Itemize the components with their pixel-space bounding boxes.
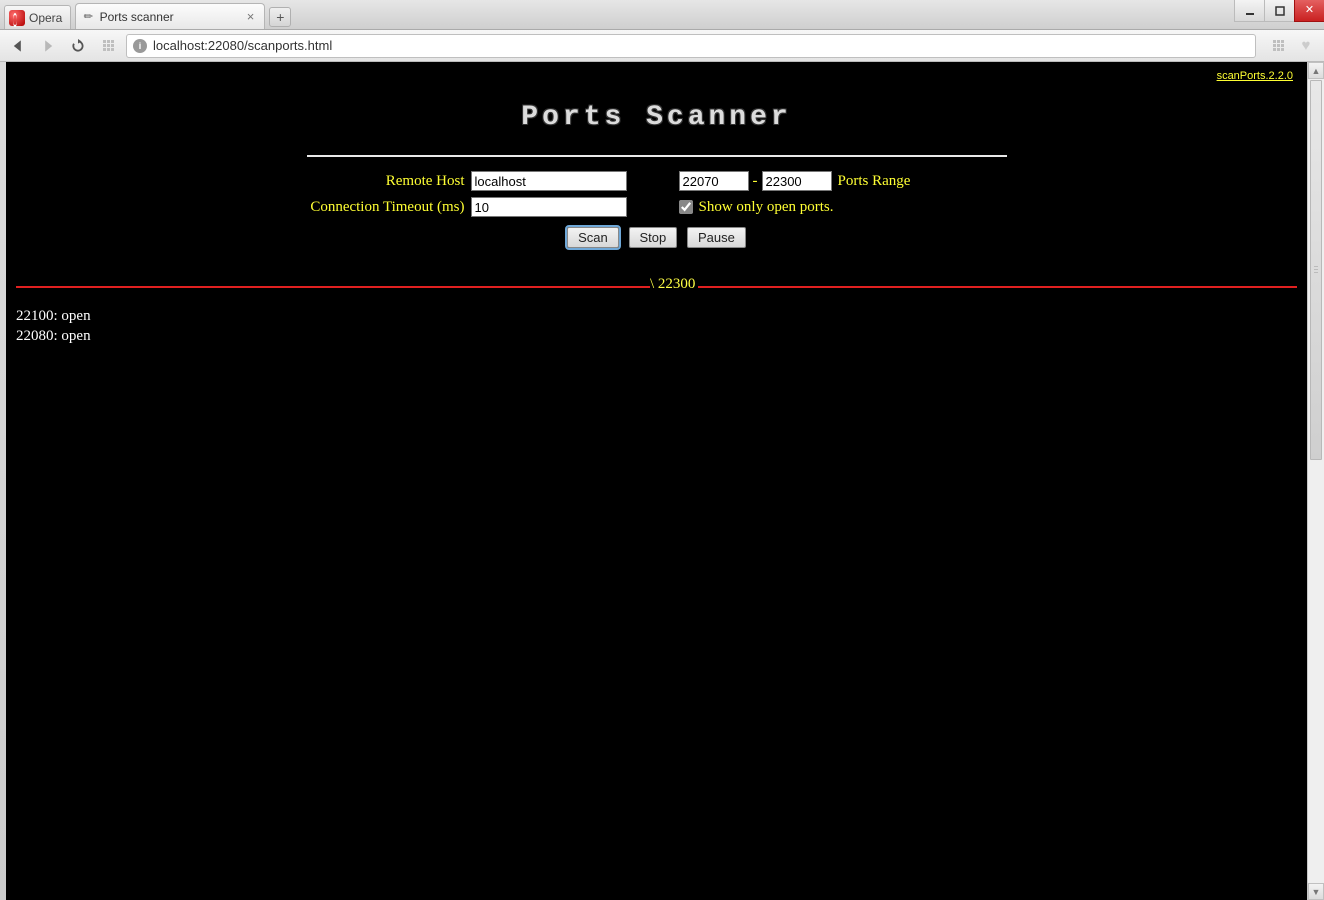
tab-strip: Opera ✎ Ports scanner × + — [0, 0, 1324, 30]
version-link[interactable]: scanPorts.2.2.0 — [1217, 70, 1293, 82]
progress-label: \ 22300 — [650, 276, 695, 293]
scan-form: Remote Host - Ports Range Connection Tim… — [307, 171, 1007, 248]
progress-bar: \ 22300 — [6, 276, 1307, 296]
show-open-checkbox[interactable] — [679, 200, 693, 214]
browser-tab[interactable]: ✎ Ports scanner × — [75, 3, 265, 29]
extensions-button[interactable] — [1266, 34, 1290, 58]
url-input[interactable] — [153, 38, 1249, 53]
timeout-label: Connection Timeout (ms) — [307, 199, 471, 216]
page-icon: ✎ — [81, 9, 97, 25]
browser-toolbar: i ♥ — [0, 30, 1324, 62]
window-close-button[interactable]: ✕ — [1294, 0, 1324, 22]
result-row: 22080: open — [16, 326, 1307, 346]
page-content: scanPorts.2.2.0 Ports Scanner Remote Hos… — [6, 62, 1307, 900]
port-range-dash: - — [749, 173, 762, 190]
ports-range-label: Ports Range — [832, 173, 911, 190]
nav-back-button[interactable] — [6, 34, 30, 58]
stop-button[interactable]: Stop — [629, 227, 678, 248]
new-tab-button[interactable]: + — [269, 7, 291, 27]
address-bar[interactable]: i — [126, 34, 1256, 58]
page-title: Ports Scanner — [6, 102, 1307, 133]
nav-reload-button[interactable] — [66, 34, 90, 58]
opera-menu-label: Opera — [29, 11, 62, 25]
port-from-input[interactable] — [679, 171, 749, 191]
results-list: 22100: open 22080: open — [16, 306, 1307, 347]
port-to-input[interactable] — [762, 171, 832, 191]
scroll-down-button[interactable]: ▼ — [1308, 883, 1324, 900]
scroll-thumb[interactable] — [1310, 80, 1322, 460]
bookmark-button[interactable]: ♥ — [1294, 34, 1318, 58]
timeout-input[interactable] — [471, 197, 627, 217]
remote-host-label: Remote Host — [307, 173, 471, 190]
opera-logo-icon — [9, 10, 25, 26]
tab-close-button[interactable]: × — [245, 9, 257, 24]
window-maximize-button[interactable] — [1264, 0, 1294, 22]
nav-forward-button[interactable] — [36, 34, 60, 58]
speed-dial-button[interactable] — [96, 34, 120, 58]
opera-menu-button[interactable]: Opera — [4, 5, 71, 29]
title-divider — [307, 155, 1007, 157]
progress-line-left — [16, 286, 650, 288]
scroll-up-button[interactable]: ▲ — [1308, 62, 1324, 79]
pause-button[interactable]: Pause — [687, 227, 746, 248]
result-row: 22100: open — [16, 306, 1307, 326]
window-minimize-button[interactable] — [1234, 0, 1264, 22]
show-open-label: Show only open ports. — [699, 199, 834, 216]
site-info-icon[interactable]: i — [133, 39, 147, 53]
scan-button[interactable]: Scan — [567, 227, 619, 248]
vertical-scrollbar[interactable]: ▲ ▼ — [1307, 62, 1324, 900]
progress-line-right — [698, 286, 1297, 288]
remote-host-input[interactable] — [471, 171, 627, 191]
tab-title: Ports scanner — [100, 10, 174, 24]
